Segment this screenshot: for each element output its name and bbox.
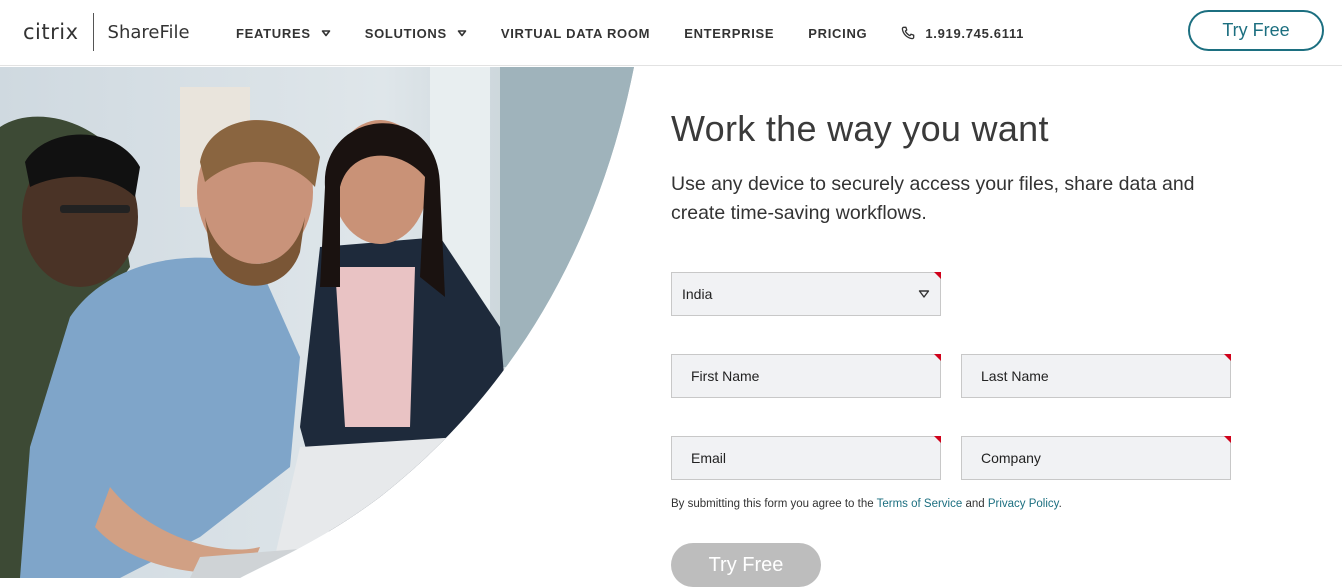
nav-pricing[interactable]: PRICING	[808, 26, 867, 41]
citrix-sharefile-logo[interactable]: citrix ShareFile	[23, 12, 190, 52]
main-nav: FEATURES SOLUTIONS VIRTUAL DATA ROOM ENT…	[236, 0, 1058, 66]
required-marker	[934, 272, 941, 279]
nav-features[interactable]: FEATURES	[236, 26, 331, 41]
last-name-field[interactable]: Last Name	[961, 354, 1231, 398]
consent-prefix: By submitting this form you agree to the	[671, 498, 877, 510]
required-marker	[1224, 436, 1231, 443]
consent-text: By submitting this form you agree to the…	[671, 498, 1062, 510]
nav-virtual-data-room[interactable]: VIRTUAL DATA ROOM	[501, 26, 650, 41]
required-marker	[934, 354, 941, 361]
nav-phone-link[interactable]: 1.919.745.6111	[901, 26, 1024, 41]
citrix-wordmark: citrix	[23, 20, 79, 44]
country-select-value: India	[682, 286, 713, 302]
chevron-down-icon	[918, 290, 930, 298]
consent-suffix: .	[1058, 498, 1062, 510]
nav-pricing-label: PRICING	[808, 25, 868, 41]
first-name-placeholder: First Name	[691, 368, 760, 384]
consent-middle: and	[962, 498, 988, 510]
chevron-down-icon	[321, 30, 331, 37]
try-free-header-button[interactable]: Try Free	[1188, 10, 1324, 51]
phone-icon	[902, 26, 915, 40]
required-marker	[934, 436, 941, 443]
nav-solutions-label: SOLUTIONS	[364, 25, 447, 41]
email-placeholder: Email	[691, 450, 727, 466]
nav-virtual-data-room-label: VIRTUAL DATA ROOM	[500, 25, 651, 41]
privacy-policy-link[interactable]: Privacy Policy	[988, 498, 1059, 510]
hero-photo	[0, 67, 640, 578]
terms-of-service-link[interactable]: Terms of Service	[877, 498, 963, 510]
page-subheading: Use any device to securely access your f…	[671, 173, 1195, 224]
nav-enterprise[interactable]: ENTERPRISE	[684, 26, 774, 41]
email-field[interactable]: Email	[671, 436, 941, 480]
sharefile-wordmark: ShareFile	[107, 21, 190, 43]
required-marker	[1224, 354, 1231, 361]
first-name-field[interactable]: First Name	[671, 354, 941, 398]
try-free-submit-button[interactable]: Try Free	[671, 543, 821, 587]
logo-divider	[92, 13, 94, 51]
company-field[interactable]: Company	[961, 436, 1231, 480]
nav-features-label: FEATURES	[236, 25, 311, 41]
site-header: citrix ShareFile FEATURES SOLUTIONS VIRT…	[0, 0, 1342, 66]
nav-enterprise-label: ENTERPRISE	[684, 25, 775, 41]
team-photo-illustration	[0, 67, 634, 578]
last-name-placeholder: Last Name	[981, 368, 1049, 384]
country-select[interactable]: India	[671, 272, 941, 316]
phone-number: 1.919.745.6111	[925, 25, 1025, 41]
chevron-down-icon	[457, 30, 467, 37]
page-headline: Work the way you want	[671, 108, 1049, 149]
nav-solutions[interactable]: SOLUTIONS	[365, 26, 467, 41]
company-placeholder: Company	[981, 450, 1041, 466]
